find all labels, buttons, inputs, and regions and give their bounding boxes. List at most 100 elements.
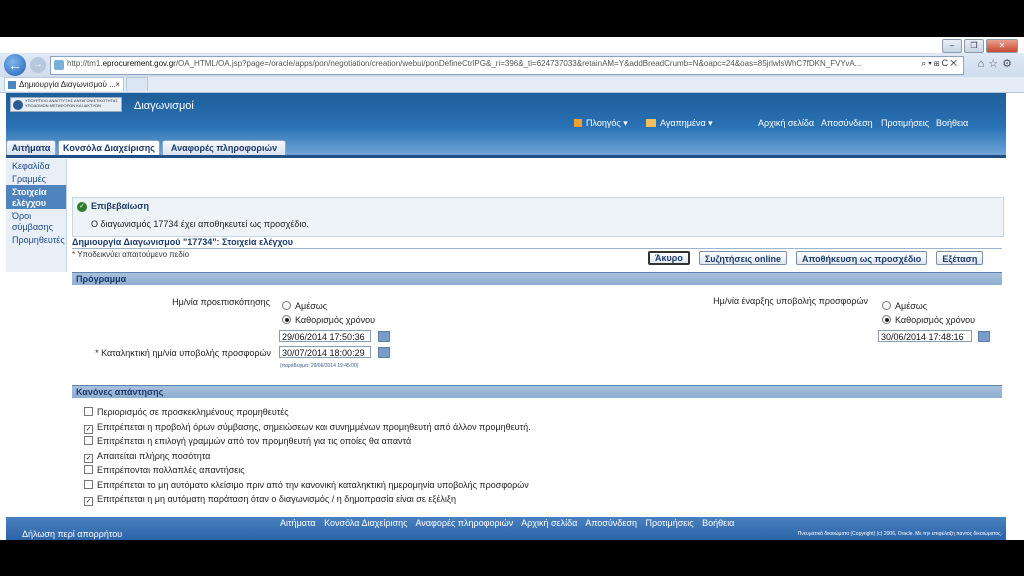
sidebar: Κεφαλίδα Γραμμές Στοιχεία ελέγχου Όροι σ… — [6, 159, 67, 272]
global-link-help[interactable]: Βοήθεια — [936, 118, 968, 128]
global-link-home[interactable]: Αρχική σελίδα — [758, 118, 814, 128]
close-date-label: * Καταληκτική ημ/νία υποβολής προσφορών — [95, 348, 271, 358]
confirmation-message: ✓ Επιβεβαίωση Ο διαγωνισμός 17734 έχει α… — [72, 197, 1004, 237]
minimize-icon[interactable]: – — [942, 39, 962, 53]
rule-checkbox-row[interactable]: ✓ Επιτρέπεται η μη αυτόματη παράταση όταν… — [84, 494, 456, 506]
address-actions-icon[interactable]: ⌕▾⊞C✕ — [921, 58, 959, 69]
tab-requests[interactable]: Αιτήματα — [6, 140, 56, 156]
new-tab-button[interactable] — [126, 77, 148, 91]
calendar-icon[interactable] — [378, 347, 390, 358]
rule-checkbox-row[interactable]: ✓ Επιτρέπεται η προβολή όρων σύμβασης, ση… — [84, 422, 531, 434]
ministry-logo: ΥΠΟΥΡΓΕΙΟ ΑΝΑΠΤΥΞΗΣ ΑΝΤΑΓΩΝΙΣΤΙΚΟΤΗΤΑΣ Υ… — [10, 97, 122, 112]
footer: Αιτήματα Κονσόλα Διαχείρισης Αναφορές πλ… — [6, 517, 1006, 540]
cancel-button[interactable]: Άκυρο — [648, 251, 690, 265]
unchecked-checkbox-icon[interactable] — [84, 465, 93, 474]
window-controls: – ❐ ✕ — [942, 39, 1018, 53]
required-note: * Υποδεικνύει απαιτούμενο πεδίο — [72, 250, 190, 259]
tab-favicon — [8, 81, 16, 89]
confirmation-text: Ο διαγωνισμός 17734 έχει αποθηκευτεί ως … — [91, 219, 309, 229]
sidebar-item-header[interactable]: Κεφαλίδα — [6, 159, 66, 172]
footer-link-preferences[interactable]: Προτιμήσεις — [645, 518, 693, 528]
footer-link-help[interactable]: Βοήθεια — [702, 518, 734, 528]
restore-icon[interactable]: ❐ — [964, 39, 984, 53]
preview-set-time-radio[interactable]: Καθορισμός χρόνου — [282, 315, 375, 325]
schedule-section-header: Πρόγραμμα — [72, 272, 1002, 285]
online-discussions-button[interactable]: Συζητήσεις online — [698, 251, 788, 265]
confirmation-title: Επιβεβαίωση — [91, 201, 149, 211]
sidebar-item-suppliers[interactable]: Προμηθευτές — [6, 233, 66, 246]
sidebar-item-controls[interactable]: Στοιχεία ελέγχου — [6, 185, 66, 209]
checked-checkbox-icon[interactable]: ✓ — [84, 453, 93, 463]
calendar-icon[interactable] — [378, 331, 390, 342]
application-page: ΥΠΟΥΡΓΕΙΟ ΑΝΑΠΤΥΞΗΣ ΑΝΤΑΓΩΝΙΣΤΙΚΟΤΗΤΑΣ Υ… — [6, 93, 1006, 540]
rule-checkbox-row[interactable]: Επιτρέπεται το μη αυτόματο κλείσιμο πριν… — [84, 479, 529, 490]
calendar-icon[interactable] — [978, 331, 990, 342]
rule-label: Επιτρέπεται η επιλογή γραμμών από τον πρ… — [97, 436, 412, 446]
open-date-label: Ημ/νία έναρξης υποβολής προσφορών — [713, 296, 868, 306]
tab-underline — [6, 155, 1006, 158]
footer-link-requests[interactable]: Αιτήματα — [280, 518, 316, 528]
sidebar-item-lines[interactable]: Γραμμές — [6, 172, 66, 185]
navigator-menu[interactable]: Πλοηγός ▾ — [574, 118, 628, 129]
tab-close-icon[interactable]: × — [115, 78, 120, 91]
tab-admin-console[interactable]: Κονσόλα Διαχείρισης — [58, 140, 160, 156]
site-favicon — [54, 60, 64, 70]
browser-tabbar: Δημιουργία Διαγωνισμού ... × — [0, 77, 1024, 93]
back-icon[interactable]: ← — [4, 54, 26, 76]
address-bar[interactable]: http://tm1.eprocurement.gov.gr/OA_HTML/O… — [50, 56, 964, 75]
open-set-time-radio[interactable]: Καθορισμός χρόνου — [882, 315, 975, 325]
home-icon — [574, 119, 582, 127]
rule-checkbox-row[interactable]: Επιτρέπονται πολλαπλές απαντήσεις — [84, 465, 245, 475]
browser-tab[interactable]: Δημιουργία Διαγωνισμού ... × — [4, 77, 124, 91]
copyright-text: Πνευματικά δικαιώματα (Copyright) (c) 20… — [797, 531, 1002, 537]
folder-icon — [646, 119, 656, 127]
url-text: http://tm1.eprocurement.gov.gr/OA_HTML/O… — [67, 59, 862, 68]
emblem-icon — [13, 100, 23, 110]
rule-label: Επιτρέπεται η προβολή όρων σύμβασης, σημ… — [97, 421, 531, 432]
favorites-menu[interactable]: Αγαπημένα ▾ — [646, 118, 713, 129]
rule-label: Απαιτείται πλήρης ποσότητα — [97, 450, 211, 461]
rule-checkbox-row[interactable]: ✓ Απαιτείται πλήρης ποσότητα — [84, 451, 210, 463]
top-button-bar: Άκυρο Συζητήσεις online Αποθήκευση ως πρ… — [648, 251, 984, 265]
preview-immediately-radio[interactable]: Αμέσως — [282, 301, 327, 311]
open-immediately-radio[interactable]: Αμέσως — [882, 301, 927, 311]
branding-bar: ΥΠΟΥΡΓΕΙΟ ΑΝΑΠΤΥΞΗΣ ΑΝΤΑΓΩΝΙΣΤΙΚΟΤΗΤΑΣ Υ… — [6, 93, 1006, 156]
rule-checkbox-row[interactable]: Επιτρέπεται η επιλογή γραμμών από τον πρ… — [84, 436, 411, 446]
unchecked-checkbox-icon[interactable] — [84, 436, 93, 445]
app-title: Διαγωνισμοί — [134, 100, 194, 112]
unchecked-checkbox-icon[interactable] — [84, 407, 93, 416]
footer-link-home[interactable]: Αρχική σελίδα — [521, 518, 577, 528]
rule-label: Επιτρέπεται η μη αυτόματη παράταση όταν … — [97, 494, 456, 504]
global-link-preferences[interactable]: Προτιμήσεις — [881, 118, 929, 128]
check-button[interactable]: Εξέταση — [936, 251, 984, 265]
close-date-input[interactable]: 30/07/2014 18:00:29 — [279, 346, 371, 358]
rule-label: Επιτρέπεται το μη αυτόματο κλείσιμο πριν… — [97, 479, 529, 490]
checked-checkbox-icon[interactable]: ✓ — [84, 497, 93, 506]
preview-date-label: Ημ/νία προεπισκόπησης — [172, 297, 270, 307]
browser-window: – ❐ ✕ ← → http://tm1.eprocurement.gov.gr… — [0, 37, 1024, 540]
tab-info-reports[interactable]: Αναφορές πληροφοριών — [162, 140, 286, 156]
sidebar-item-contract-terms[interactable]: Όροι σύμβασης — [6, 209, 66, 233]
rule-label: Επιτρέπονται πολλαπλές απαντήσεις — [97, 465, 245, 475]
checkmark-icon: ✓ — [77, 202, 87, 212]
footer-link-info-reports[interactable]: Αναφορές πληροφοριών — [415, 518, 513, 528]
page-title: Δημιουργία Διαγωνισμού "17734": Στοιχεία… — [72, 237, 1002, 249]
browser-navbar: ← → http://tm1.eprocurement.gov.gr/OA_HT… — [0, 53, 1024, 77]
open-date-input[interactable]: 30/06/2014 17:48:16 — [878, 330, 972, 342]
browser-toolbar-icons[interactable]: ⌂☆⚙ — [978, 57, 1016, 70]
unchecked-checkbox-icon[interactable] — [84, 479, 93, 489]
checked-checkbox-icon[interactable]: ✓ — [84, 424, 93, 434]
rules-section-header: Κανόνες απάντησης — [72, 385, 1002, 398]
date-format-example: (παράδειγμα: 29/06/2014 19:45:00) — [280, 363, 359, 369]
footer-links: Αιτήματα Κονσόλα Διαχείρισης Αναφορές πλ… — [280, 518, 740, 528]
forward-icon[interactable]: → — [30, 57, 46, 73]
global-link-logout[interactable]: Αποσύνδεση — [821, 118, 873, 128]
close-icon[interactable]: ✕ — [986, 39, 1018, 53]
save-draft-button[interactable]: Αποθήκευση ως προσχέδιο — [796, 251, 928, 265]
preview-date-input[interactable]: 29/06/2014 17:50:36 — [279, 330, 371, 342]
rule-label: Περιορισμός σε προσκεκλημένους προμηθευτ… — [97, 407, 289, 417]
footer-link-logout[interactable]: Αποσύνδεση — [585, 518, 637, 528]
rule-checkbox-row[interactable]: Περιορισμός σε προσκεκλημένους προμηθευτ… — [84, 407, 289, 417]
privacy-link[interactable]: Δήλωση περί απορρήτου — [22, 529, 122, 539]
footer-link-admin-console[interactable]: Κονσόλα Διαχείρισης — [324, 518, 407, 528]
